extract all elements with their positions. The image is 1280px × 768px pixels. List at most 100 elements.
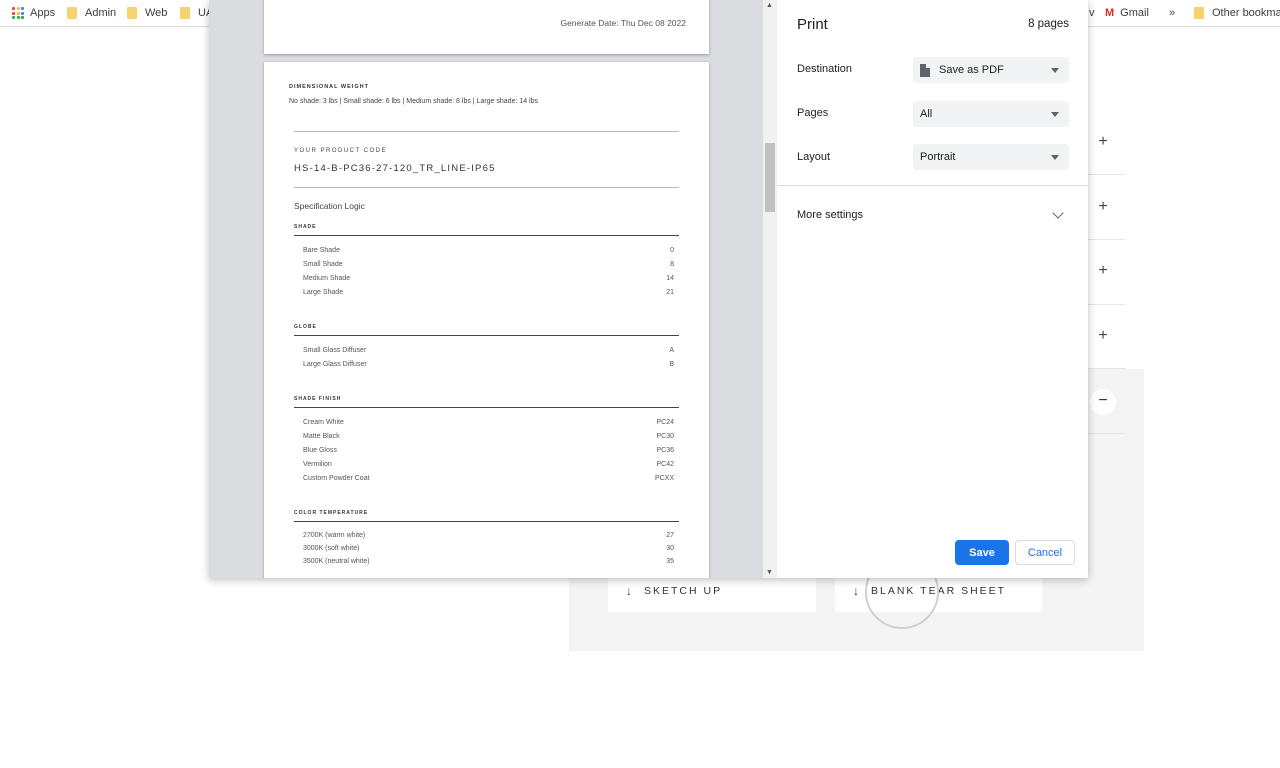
layout-value: Portrait <box>920 151 956 163</box>
dropdown-arrow-icon <box>1051 68 1059 73</box>
layout-label: Layout <box>797 151 831 163</box>
spec-row: Bare Shade 0 <box>303 247 674 259</box>
spec-label: Vermilion <box>303 461 332 468</box>
print-dialog: Generate Date: Thu Dec 08 2022 DIMENSION… <box>209 0 1088 578</box>
plus-icon[interactable]: + <box>1097 262 1109 280</box>
spec-row: Medium Shade 14 <box>303 275 674 287</box>
save-button[interactable]: Save <box>955 540 1009 565</box>
download-label: SKETCH UP <box>644 584 723 597</box>
bookmark-web[interactable]: Web <box>127 5 167 21</box>
folder-icon <box>127 7 137 19</box>
section-title: COLOR TEMPERATURE <box>294 510 369 516</box>
dropdown-arrow-icon <box>1051 155 1059 160</box>
spec-row: 3500K (neutral white) 35 <box>303 558 674 570</box>
pages-value: All <box>920 108 933 120</box>
cancel-button[interactable]: Cancel <box>1015 540 1075 565</box>
bookmarks-overflow-button[interactable]: » <box>1169 5 1175 21</box>
dropdown-arrow-icon <box>1051 112 1059 117</box>
arrow-down-icon: ↓ <box>626 583 632 598</box>
bookmark-label: Other bookmarks <box>1212 7 1280 19</box>
preview-scrollbar[interactable]: ▲ ▼ <box>763 0 777 578</box>
section-title: SHADE FINISH <box>294 396 342 402</box>
folder-icon <box>67 7 77 19</box>
spec-label: Matte Black <box>303 433 340 440</box>
spec-row: Matte Black PC30 <box>303 433 674 445</box>
spec-row: Blue Gloss PC36 <box>303 447 674 459</box>
bookmark-label: Apps <box>30 7 56 19</box>
product-code-value: HS-14-B-PC36-27-120_TR_LINE-IP65 <box>294 163 496 174</box>
bookmark-label: Web <box>145 7 168 19</box>
spec-value: B <box>669 361 674 368</box>
gmail-icon: M <box>1105 7 1115 19</box>
spec-label: Small Shade <box>303 261 343 268</box>
spec-value: PC30 <box>656 433 674 440</box>
spec-row: Large Glass Diffuser B <box>303 361 674 373</box>
spec-label: Medium Shade <box>303 275 351 282</box>
scrollbar-thumb[interactable] <box>765 143 775 212</box>
scroll-up-icon[interactable]: ▲ <box>766 2 773 9</box>
spec-logic-title: Specification Logic <box>294 201 365 211</box>
folder-icon <box>1194 7 1204 19</box>
spec-label: Small Glass Diffuser <box>303 347 367 354</box>
spec-row: 2700K (warm white) 27 <box>303 532 674 544</box>
spec-row: Small Shade 8 <box>303 261 674 273</box>
section-rule <box>294 521 679 522</box>
chevron-down-icon[interactable] <box>1052 207 1064 219</box>
folder-icon <box>180 7 190 19</box>
divider <box>294 131 679 132</box>
spec-row: Cream White PC24 <box>303 419 674 431</box>
plus-icon[interactable]: + <box>1097 133 1109 151</box>
bookmark-apps[interactable]: Apps <box>12 5 55 21</box>
section-rule <box>294 335 679 336</box>
spec-value: 27 <box>666 532 674 539</box>
spec-label: Bare Shade <box>303 247 340 254</box>
more-settings-toggle[interactable]: More settings <box>797 209 863 221</box>
spec-value: PC36 <box>656 447 674 454</box>
spec-label: Blue Gloss <box>303 447 337 454</box>
bookmark-partial[interactable]: v <box>1089 5 1095 21</box>
spec-value: 35 <box>666 558 674 565</box>
settings-divider <box>777 185 1088 186</box>
spec-label: 3000K (soft white) <box>303 545 360 552</box>
bookmark-label: Admin <box>85 7 117 19</box>
spec-value: 8 <box>670 261 674 268</box>
bookmark-label: v <box>1089 7 1095 19</box>
minus-icon[interactable]: − <box>1090 389 1116 415</box>
destination-label: Destination <box>797 63 853 75</box>
bookmark-gmail[interactable]: M Gmail <box>1105 5 1149 21</box>
destination-select[interactable]: Save as PDF <box>913 57 1069 83</box>
spec-row: 3000K (soft white) 30 <box>303 545 674 557</box>
spec-label: Large Glass Diffuser <box>303 361 367 368</box>
section-rule <box>294 235 679 236</box>
spec-label: Cream White <box>303 419 344 426</box>
apps-grid-icon <box>12 7 24 19</box>
bookmark-label: Gmail <box>1120 7 1149 19</box>
bookmark-admin[interactable]: Admin <box>67 5 116 21</box>
document-icon <box>920 63 930 77</box>
preview-page: DIMENSIONAL WEIGHT No shade: 3 lbs | Sma… <box>264 62 709 578</box>
page-count: 8 pages <box>1028 18 1069 30</box>
generate-date: Generate Date: Thu Dec 08 2022 <box>560 18 686 28</box>
section-title: GLOBE <box>294 324 317 330</box>
plus-icon[interactable]: + <box>1097 327 1109 345</box>
plus-icon[interactable]: + <box>1097 198 1109 216</box>
section-title: SHADE <box>294 224 317 230</box>
dimensional-weight-title: DIMENSIONAL WEIGHT <box>289 84 369 90</box>
spec-value: PCXX <box>654 475 674 482</box>
destination-value: Save as PDF <box>939 64 1004 76</box>
dimensional-weight-text: No shade: 3 lbs | Small shade: 6 lbs | M… <box>289 98 539 105</box>
pages-select[interactable]: All <box>913 101 1069 127</box>
spec-label: 2700K (warm white) <box>303 532 366 539</box>
bookmark-other[interactable]: Other bookmarks <box>1194 5 1280 21</box>
spec-row: Vermilion PC42 <box>303 461 674 473</box>
print-preview[interactable]: Generate Date: Thu Dec 08 2022 DIMENSION… <box>209 0 763 578</box>
spec-row: Large Shade 21 <box>303 289 674 301</box>
product-code-label: YOUR PRODUCT CODE <box>294 148 388 154</box>
spec-label: 3500K (neutral white) <box>303 558 370 565</box>
arrow-down-icon: ↓ <box>853 583 859 598</box>
spec-row: Small Glass Diffuser A <box>303 347 674 359</box>
spec-value: 30 <box>666 545 674 552</box>
spec-value: A <box>669 347 674 354</box>
layout-select[interactable]: Portrait <box>913 144 1069 170</box>
scroll-down-icon[interactable]: ▼ <box>766 569 773 576</box>
